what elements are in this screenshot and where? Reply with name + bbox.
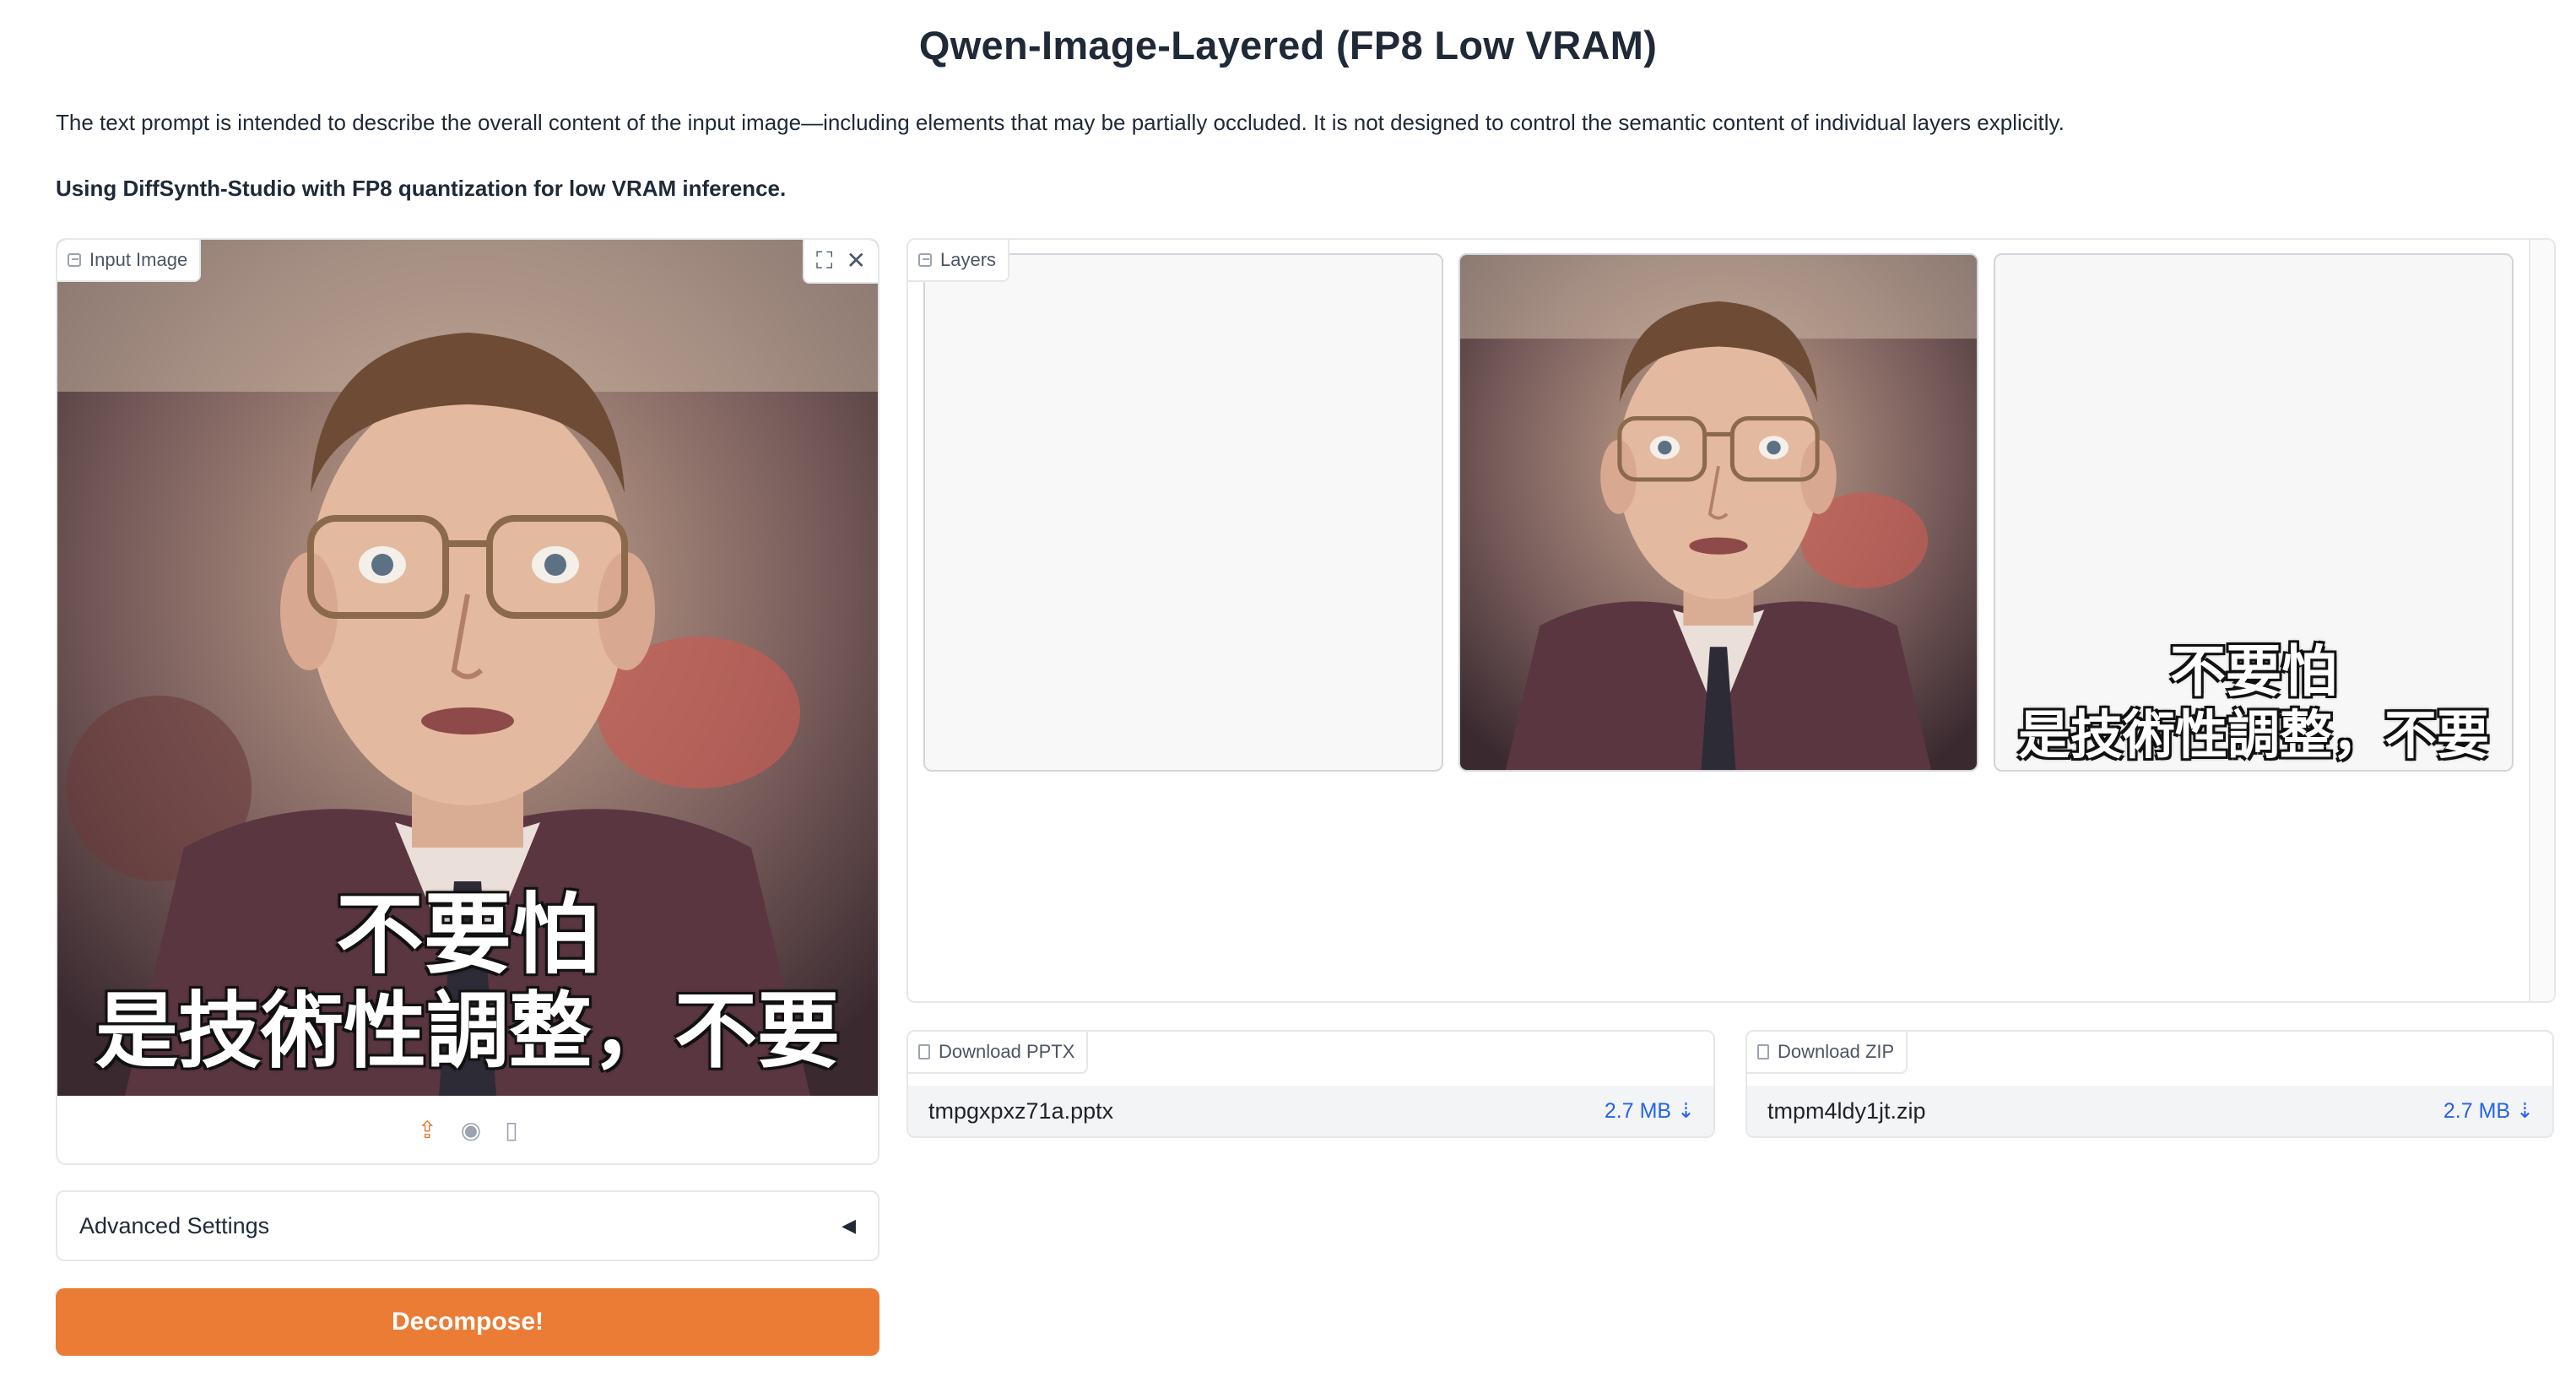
page-description: The text prompt is intended to describe …	[56, 110, 2065, 135]
download-pptx-panel: Download PPTX tmpgxpxz71a.pptx 2.7 MB ⇣	[906, 1030, 1715, 1138]
advanced-settings-label: Advanced Settings	[79, 1212, 270, 1238]
clipboard-icon[interactable]: ▯	[505, 1116, 517, 1144]
layers-gallery: 不要怕 是技術性調整，不要怕 Layers	[906, 238, 2556, 1003]
input-photo: 不要怕 是技術性調整，不要怕	[57, 240, 878, 1096]
layer-thumb-empty[interactable]	[923, 253, 1443, 772]
layer-thumb-text[interactable]: 不要怕 是技術性調整，不要怕	[1994, 253, 2514, 772]
download-pptx-label: Download PPTX	[908, 1032, 1089, 1074]
caret-left-icon: ◀	[842, 1215, 856, 1236]
layers-label: Layers	[908, 240, 1010, 282]
download-pptx-row[interactable]: tmpgxpxz71a.pptx 2.7 MB ⇣	[908, 1086, 1713, 1136]
file-size-download-link[interactable]: 2.7 MB ⇣	[1605, 1098, 1695, 1124]
download-zip-label: Download ZIP	[1747, 1032, 1908, 1074]
file-size-download-link[interactable]: 2.7 MB ⇣	[2443, 1098, 2534, 1124]
person-layer-preview	[1460, 255, 1977, 770]
gallery-scrollbar[interactable]	[2529, 240, 2554, 1001]
caption-line2: 是技術性調整，不要怕	[95, 983, 840, 1080]
page-note: Using DiffSynth-Studio with FP8 quantiza…	[56, 176, 787, 201]
download-zip-panel: Download ZIP tmpm4ldy1jt.zip 2.7 MB ⇣	[1745, 1030, 2554, 1138]
layer-thumb-person[interactable]	[1458, 253, 1978, 772]
file-name[interactable]: tmpgxpxz71a.pptx	[928, 1098, 1113, 1124]
advanced-settings-accordion[interactable]: Advanced Settings ◀	[56, 1190, 879, 1261]
close-icon[interactable]: ✕	[847, 249, 866, 273]
download-zip-row[interactable]: tmpm4ldy1jt.zip 2.7 MB ⇣	[1747, 1086, 2552, 1136]
file-icon	[918, 1044, 930, 1059]
empty-layer-preview	[925, 255, 1442, 770]
layer-caption-line2: 是技術性調整，不要怕	[2017, 704, 2489, 766]
source-selector: ⇪ ◉ ▯	[57, 1096, 878, 1163]
input-image-label: Input Image	[57, 240, 202, 282]
image-toolbar: ⛶ ✕	[802, 240, 878, 284]
file-icon	[1757, 1044, 1769, 1059]
image-icon	[68, 253, 81, 267]
webcam-icon[interactable]: ◉	[461, 1116, 481, 1144]
upload-icon[interactable]: ⇪	[417, 1116, 436, 1144]
page-title: Qwen-Image-Layered (FP8 Low VRAM)	[918, 23, 1658, 68]
file-name[interactable]: tmpm4ldy1jt.zip	[1767, 1098, 1926, 1124]
fullscreen-icon[interactable]: ⛶	[816, 249, 833, 273]
input-image-panel[interactable]: 不要怕 是技術性調整，不要怕 Input Image ⛶ ✕ ⇪ ◉ ▯	[56, 238, 879, 1165]
image-icon	[918, 253, 932, 267]
decompose-button[interactable]: Decompose!	[56, 1288, 879, 1356]
